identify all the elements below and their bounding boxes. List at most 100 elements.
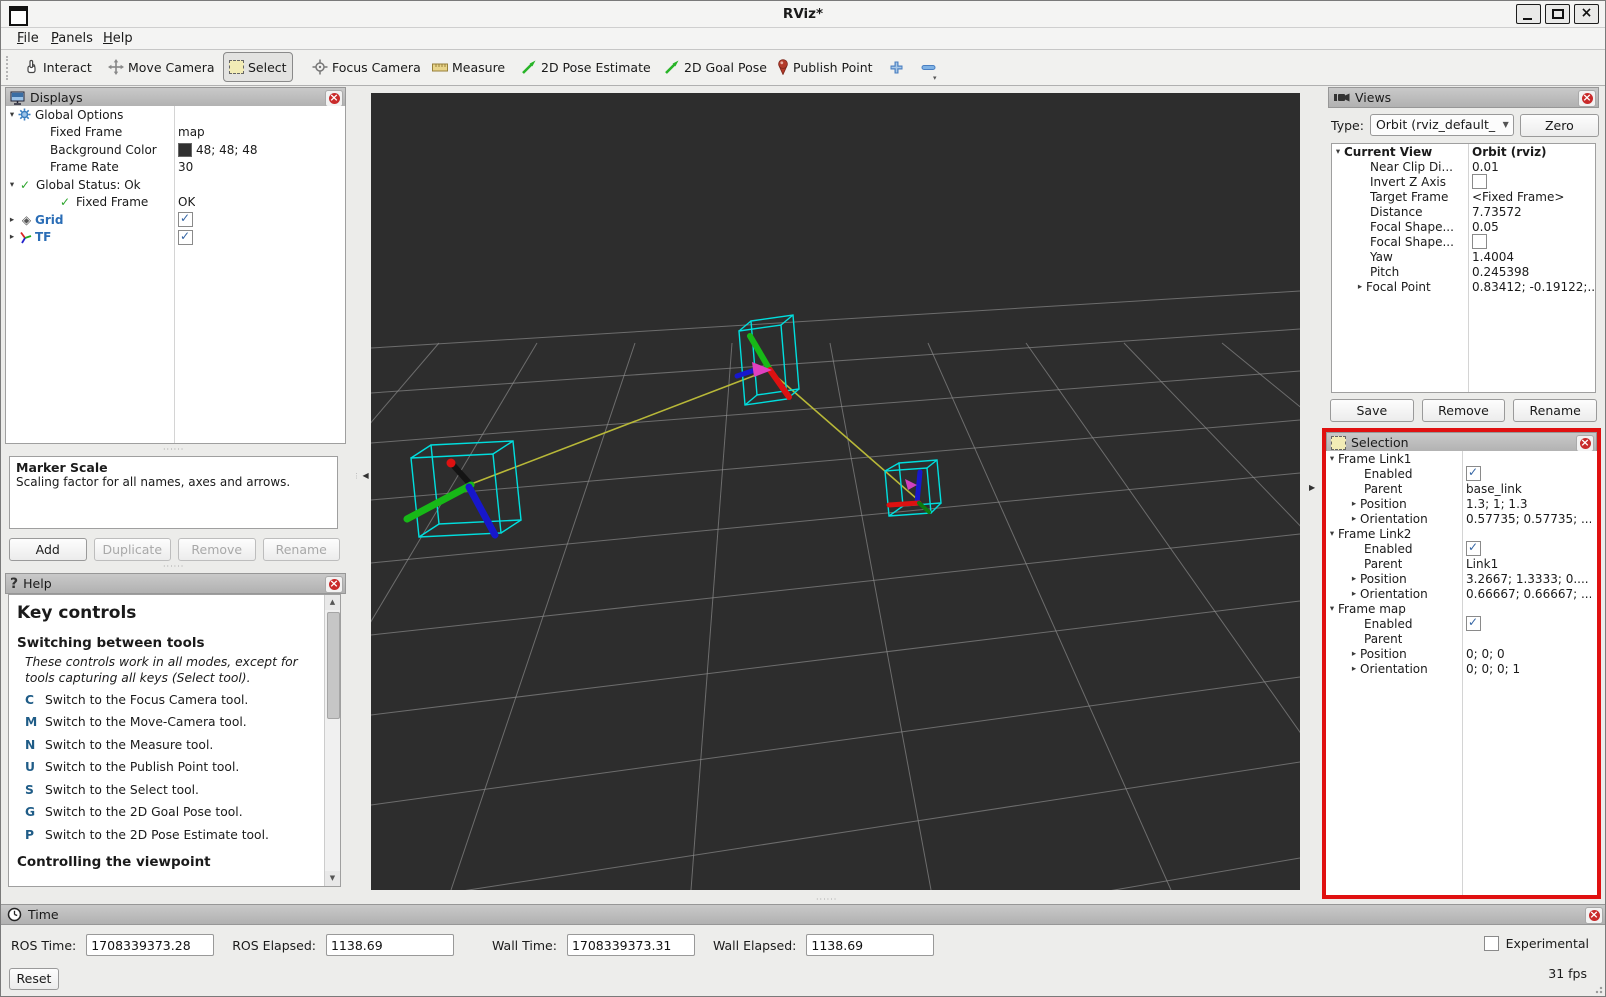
views-header[interactable]: Views [1328,87,1599,108]
expand-arrow-icon[interactable]: ▸ [1348,589,1360,599]
rename-button[interactable]: Rename [263,538,341,561]
experimental-checkbox[interactable] [1484,936,1499,951]
row-frame-rate[interactable]: Frame Rate30 [6,159,345,177]
expand-arrow-icon[interactable]: ▸ [1348,499,1360,509]
time-header[interactable]: Time [1,904,1605,925]
toolbar-drag-handle[interactable] [6,56,12,80]
row-enabled[interactable]: Enabled [1326,541,1597,556]
row-near-clip[interactable]: Near Clip Di...0.01 [1332,159,1595,174]
property-checkbox[interactable] [1466,466,1481,481]
row-frame-link1[interactable]: ▾Frame Link1 [1326,451,1597,466]
splitter-handle[interactable]: ······ [163,562,184,571]
row-parent[interactable]: Parentbase_link [1326,481,1597,496]
expand-arrow-icon[interactable]: ▸ [6,232,18,242]
tool-2d-pose-estimate[interactable]: 2D Pose Estimate [515,52,657,82]
property-value[interactable]: 0.83412; -0.19122;... [1472,280,1595,294]
collapse-arrow-icon[interactable]: ▾ [1326,529,1338,539]
wall-elapsed-input[interactable] [806,934,934,956]
close-panel-button[interactable] [325,576,343,593]
property-value[interactable]: 48; 48; 48 [178,143,258,157]
property-checkbox[interactable] [1466,541,1481,556]
save-button[interactable]: Save [1330,399,1414,422]
row-focal-shape-fixed[interactable]: Focal Shape... [1332,234,1595,249]
property-value[interactable]: 0.05 [1472,220,1499,234]
property-checkbox[interactable] [1466,616,1481,631]
minimize-button[interactable] [1516,4,1541,24]
property-value[interactable]: map [178,125,205,139]
row-grid-display[interactable]: ▸◈Grid [6,211,345,229]
property-value[interactable]: 0.245398 [1472,265,1529,279]
selection-header[interactable]: Selection [1326,432,1597,453]
property-value[interactable]: 7.73572 [1472,205,1522,219]
row-orientation[interactable]: ▸Orientation0; 0; 0; 1 [1326,661,1597,676]
row-enabled[interactable]: Enabled [1326,466,1597,481]
row-distance[interactable]: Distance7.73572 [1332,204,1595,219]
row-focal-shape-size[interactable]: Focal Shape...0.05 [1332,219,1595,234]
scrollbar-thumb[interactable] [327,612,340,719]
row-global-status[interactable]: ▾✓Global Status: Ok [6,176,345,194]
property-value[interactable]: 0.01 [1472,160,1499,174]
property-value[interactable]: <Fixed Frame> [1472,190,1564,204]
reset-button[interactable]: Reset [9,968,59,990]
maximize-button[interactable] [1545,4,1570,24]
remove-button[interactable]: Remove [1422,399,1506,422]
ros-time-input[interactable] [86,934,214,956]
row-invert-z[interactable]: Invert Z Axis [1332,174,1595,189]
row-background-color[interactable]: Background Color48; 48; 48 [6,141,345,159]
menu-panels[interactable]: Panels [47,30,97,47]
enabled-checkbox[interactable] [178,230,193,245]
splitter-handle[interactable]: ······ [163,445,184,454]
right-splitter-collapse[interactable]: ▶ [1309,483,1315,492]
remove-button[interactable]: Remove [178,538,256,561]
row-orientation[interactable]: ▸Orientation0.57735; 0.57735; ... [1326,511,1597,526]
displays-tree[interactable]: ▾Global Options Fixed Framemap Backgroun… [5,106,346,444]
left-splitter-collapse[interactable]: ⋮ ◀ [353,471,369,480]
property-checkbox[interactable] [1472,234,1487,249]
property-value[interactable]: 1.4004 [1472,250,1514,264]
scroll-up-icon[interactable]: ▲ [325,595,340,610]
expand-arrow-icon[interactable]: ▸ [1348,574,1360,584]
close-panel-button[interactable] [325,90,343,107]
tool-interact[interactable]: Interact [17,52,98,82]
view-type-dropdown[interactable]: Orbit (rviz_default_▼ [1370,114,1514,136]
rename-button[interactable]: Rename [1513,399,1597,422]
menu-help[interactable]: Help [99,30,137,47]
collapse-arrow-icon[interactable]: ▾ [1326,454,1338,464]
property-value[interactable]: 30 [178,160,193,174]
collapse-arrow-icon[interactable]: ▾ [6,110,18,120]
row-global-options[interactable]: ▾Global Options [6,106,345,124]
row-parent[interactable]: Parent [1326,631,1597,646]
expand-arrow-icon[interactable]: ▸ [1354,282,1366,292]
tool-publish-point[interactable]: Publish Point [771,52,879,82]
help-header[interactable]: ? Help [5,573,346,594]
tool-select[interactable]: Select [223,52,293,82]
enabled-checkbox[interactable] [178,212,193,227]
row-position[interactable]: ▸Position1.3; 1; 1.3 [1326,496,1597,511]
scroll-down-icon[interactable]: ▼ [325,871,340,886]
experimental-toggle[interactable]: Experimental [1484,936,1589,951]
tool-move-camera[interactable]: Move Camera [102,52,221,82]
collapse-arrow-icon[interactable]: ▾ [1326,604,1338,614]
row-orientation[interactable]: ▸Orientation0.66667; 0.66667; ... [1326,586,1597,601]
menu-file[interactable]: File [13,30,43,47]
row-frame-link2[interactable]: ▾Frame Link2 [1326,526,1597,541]
tf-frame-link2[interactable] [885,460,941,516]
ros-elapsed-input[interactable] [326,934,454,956]
row-fixed-frame-status[interactable]: ✓Fixed FrameOK [6,194,345,212]
expand-arrow-icon[interactable]: ▸ [6,215,18,225]
collapse-arrow-icon[interactable]: ▾ [6,180,18,190]
tool-focus-camera[interactable]: Focus Camera [306,52,427,82]
tf-frame-link1[interactable] [737,315,799,405]
selection-tree[interactable]: ▾Frame Link1 Enabled Parentbase_link ▸Po… [1326,451,1597,895]
expand-arrow-icon[interactable]: ▸ [1348,649,1360,659]
add-tool-button[interactable] [885,56,907,78]
3d-viewport[interactable] [371,93,1300,890]
add-button[interactable]: Add [9,538,87,561]
property-checkbox[interactable] [1472,174,1487,189]
row-position[interactable]: ▸Position3.2667; 1.3333; 0.... [1326,571,1597,586]
expand-arrow-icon[interactable]: ▸ [1348,514,1360,524]
row-tf-display[interactable]: ▸TF [6,229,345,247]
close-panel-button[interactable] [1578,90,1596,107]
expand-arrow-icon[interactable]: ▸ [1348,664,1360,674]
wall-time-input[interactable] [567,934,695,956]
